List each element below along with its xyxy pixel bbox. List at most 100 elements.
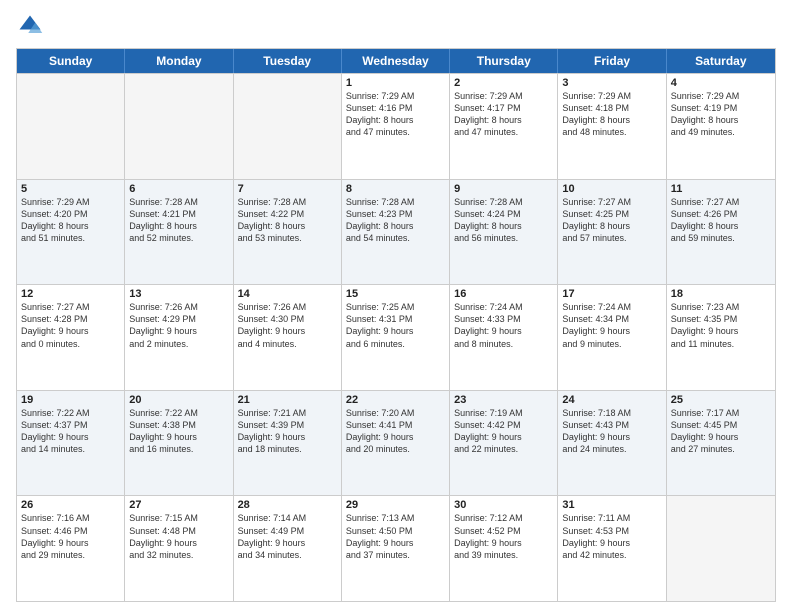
day-number: 16 [454,288,553,300]
calendar-cell-0-5: 3Sunrise: 7:29 AM Sunset: 4:18 PM Daylig… [558,74,666,179]
logo-icon [16,12,44,40]
cell-text: Sunrise: 7:21 AM Sunset: 4:39 PM Dayligh… [238,407,337,456]
page: SundayMondayTuesdayWednesdayThursdayFrid… [0,0,792,612]
day-number: 26 [21,499,120,511]
day-header-monday: Monday [125,49,233,73]
calendar-row-4: 26Sunrise: 7:16 AM Sunset: 4:46 PM Dayli… [17,495,775,601]
calendar-cell-3-2: 21Sunrise: 7:21 AM Sunset: 4:39 PM Dayli… [234,391,342,496]
day-number: 28 [238,499,337,511]
cell-text: Sunrise: 7:28 AM Sunset: 4:23 PM Dayligh… [346,196,445,245]
day-number: 9 [454,183,553,195]
day-number: 14 [238,288,337,300]
cell-text: Sunrise: 7:24 AM Sunset: 4:34 PM Dayligh… [562,301,661,350]
cell-text: Sunrise: 7:19 AM Sunset: 4:42 PM Dayligh… [454,407,553,456]
calendar-cell-4-5: 31Sunrise: 7:11 AM Sunset: 4:53 PM Dayli… [558,496,666,601]
calendar-cell-2-3: 15Sunrise: 7:25 AM Sunset: 4:31 PM Dayli… [342,285,450,390]
cell-text: Sunrise: 7:18 AM Sunset: 4:43 PM Dayligh… [562,407,661,456]
calendar-cell-0-2 [234,74,342,179]
day-number: 17 [562,288,661,300]
calendar-cell-3-1: 20Sunrise: 7:22 AM Sunset: 4:38 PM Dayli… [125,391,233,496]
cell-text: Sunrise: 7:25 AM Sunset: 4:31 PM Dayligh… [346,301,445,350]
day-number: 10 [562,183,661,195]
calendar-cell-4-3: 29Sunrise: 7:13 AM Sunset: 4:50 PM Dayli… [342,496,450,601]
calendar-cell-0-0 [17,74,125,179]
cell-text: Sunrise: 7:22 AM Sunset: 4:38 PM Dayligh… [129,407,228,456]
calendar-row-0: 1Sunrise: 7:29 AM Sunset: 4:16 PM Daylig… [17,73,775,179]
day-header-sunday: Sunday [17,49,125,73]
day-number: 5 [21,183,120,195]
calendar-cell-4-4: 30Sunrise: 7:12 AM Sunset: 4:52 PM Dayli… [450,496,558,601]
calendar-cell-3-0: 19Sunrise: 7:22 AM Sunset: 4:37 PM Dayli… [17,391,125,496]
calendar-cell-2-2: 14Sunrise: 7:26 AM Sunset: 4:30 PM Dayli… [234,285,342,390]
calendar-row-3: 19Sunrise: 7:22 AM Sunset: 4:37 PM Dayli… [17,390,775,496]
calendar-body: 1Sunrise: 7:29 AM Sunset: 4:16 PM Daylig… [17,73,775,601]
cell-text: Sunrise: 7:26 AM Sunset: 4:29 PM Dayligh… [129,301,228,350]
cell-text: Sunrise: 7:29 AM Sunset: 4:19 PM Dayligh… [671,90,771,139]
calendar-cell-2-4: 16Sunrise: 7:24 AM Sunset: 4:33 PM Dayli… [450,285,558,390]
calendar: SundayMondayTuesdayWednesdayThursdayFrid… [16,48,776,602]
calendar-cell-2-6: 18Sunrise: 7:23 AM Sunset: 4:35 PM Dayli… [667,285,775,390]
calendar-cell-1-3: 8Sunrise: 7:28 AM Sunset: 4:23 PM Daylig… [342,180,450,285]
day-number: 7 [238,183,337,195]
cell-text: Sunrise: 7:13 AM Sunset: 4:50 PM Dayligh… [346,512,445,561]
day-number: 2 [454,77,553,89]
calendar-cell-2-1: 13Sunrise: 7:26 AM Sunset: 4:29 PM Dayli… [125,285,233,390]
day-number: 13 [129,288,228,300]
day-number: 31 [562,499,661,511]
cell-text: Sunrise: 7:29 AM Sunset: 4:17 PM Dayligh… [454,90,553,139]
day-header-saturday: Saturday [667,49,775,73]
cell-text: Sunrise: 7:29 AM Sunset: 4:16 PM Dayligh… [346,90,445,139]
day-number: 15 [346,288,445,300]
cell-text: Sunrise: 7:23 AM Sunset: 4:35 PM Dayligh… [671,301,771,350]
cell-text: Sunrise: 7:27 AM Sunset: 4:25 PM Dayligh… [562,196,661,245]
calendar-header: SundayMondayTuesdayWednesdayThursdayFrid… [17,49,775,73]
calendar-cell-1-1: 6Sunrise: 7:28 AM Sunset: 4:21 PM Daylig… [125,180,233,285]
calendar-cell-4-6 [667,496,775,601]
day-number: 24 [562,394,661,406]
cell-text: Sunrise: 7:24 AM Sunset: 4:33 PM Dayligh… [454,301,553,350]
cell-text: Sunrise: 7:29 AM Sunset: 4:20 PM Dayligh… [21,196,120,245]
calendar-cell-1-2: 7Sunrise: 7:28 AM Sunset: 4:22 PM Daylig… [234,180,342,285]
cell-text: Sunrise: 7:28 AM Sunset: 4:24 PM Dayligh… [454,196,553,245]
cell-text: Sunrise: 7:28 AM Sunset: 4:22 PM Dayligh… [238,196,337,245]
calendar-cell-1-6: 11Sunrise: 7:27 AM Sunset: 4:26 PM Dayli… [667,180,775,285]
day-number: 6 [129,183,228,195]
day-header-friday: Friday [558,49,666,73]
day-number: 29 [346,499,445,511]
calendar-cell-1-5: 10Sunrise: 7:27 AM Sunset: 4:25 PM Dayli… [558,180,666,285]
calendar-cell-0-3: 1Sunrise: 7:29 AM Sunset: 4:16 PM Daylig… [342,74,450,179]
logo [16,12,48,40]
cell-text: Sunrise: 7:15 AM Sunset: 4:48 PM Dayligh… [129,512,228,561]
calendar-cell-3-4: 23Sunrise: 7:19 AM Sunset: 4:42 PM Dayli… [450,391,558,496]
cell-text: Sunrise: 7:17 AM Sunset: 4:45 PM Dayligh… [671,407,771,456]
calendar-cell-1-0: 5Sunrise: 7:29 AM Sunset: 4:20 PM Daylig… [17,180,125,285]
cell-text: Sunrise: 7:28 AM Sunset: 4:21 PM Dayligh… [129,196,228,245]
day-number: 3 [562,77,661,89]
calendar-cell-2-5: 17Sunrise: 7:24 AM Sunset: 4:34 PM Dayli… [558,285,666,390]
day-number: 27 [129,499,228,511]
calendar-cell-3-6: 25Sunrise: 7:17 AM Sunset: 4:45 PM Dayli… [667,391,775,496]
cell-text: Sunrise: 7:29 AM Sunset: 4:18 PM Dayligh… [562,90,661,139]
day-number: 25 [671,394,771,406]
cell-text: Sunrise: 7:27 AM Sunset: 4:26 PM Dayligh… [671,196,771,245]
day-number: 8 [346,183,445,195]
day-number: 30 [454,499,553,511]
day-number: 12 [21,288,120,300]
cell-text: Sunrise: 7:22 AM Sunset: 4:37 PM Dayligh… [21,407,120,456]
day-header-thursday: Thursday [450,49,558,73]
calendar-cell-4-1: 27Sunrise: 7:15 AM Sunset: 4:48 PM Dayli… [125,496,233,601]
calendar-cell-4-0: 26Sunrise: 7:16 AM Sunset: 4:46 PM Dayli… [17,496,125,601]
calendar-cell-2-0: 12Sunrise: 7:27 AM Sunset: 4:28 PM Dayli… [17,285,125,390]
cell-text: Sunrise: 7:16 AM Sunset: 4:46 PM Dayligh… [21,512,120,561]
calendar-cell-0-1 [125,74,233,179]
calendar-cell-0-4: 2Sunrise: 7:29 AM Sunset: 4:17 PM Daylig… [450,74,558,179]
day-number: 18 [671,288,771,300]
calendar-cell-0-6: 4Sunrise: 7:29 AM Sunset: 4:19 PM Daylig… [667,74,775,179]
cell-text: Sunrise: 7:12 AM Sunset: 4:52 PM Dayligh… [454,512,553,561]
cell-text: Sunrise: 7:14 AM Sunset: 4:49 PM Dayligh… [238,512,337,561]
cell-text: Sunrise: 7:11 AM Sunset: 4:53 PM Dayligh… [562,512,661,561]
day-header-tuesday: Tuesday [234,49,342,73]
day-number: 1 [346,77,445,89]
calendar-row-2: 12Sunrise: 7:27 AM Sunset: 4:28 PM Dayli… [17,284,775,390]
header [16,12,776,40]
